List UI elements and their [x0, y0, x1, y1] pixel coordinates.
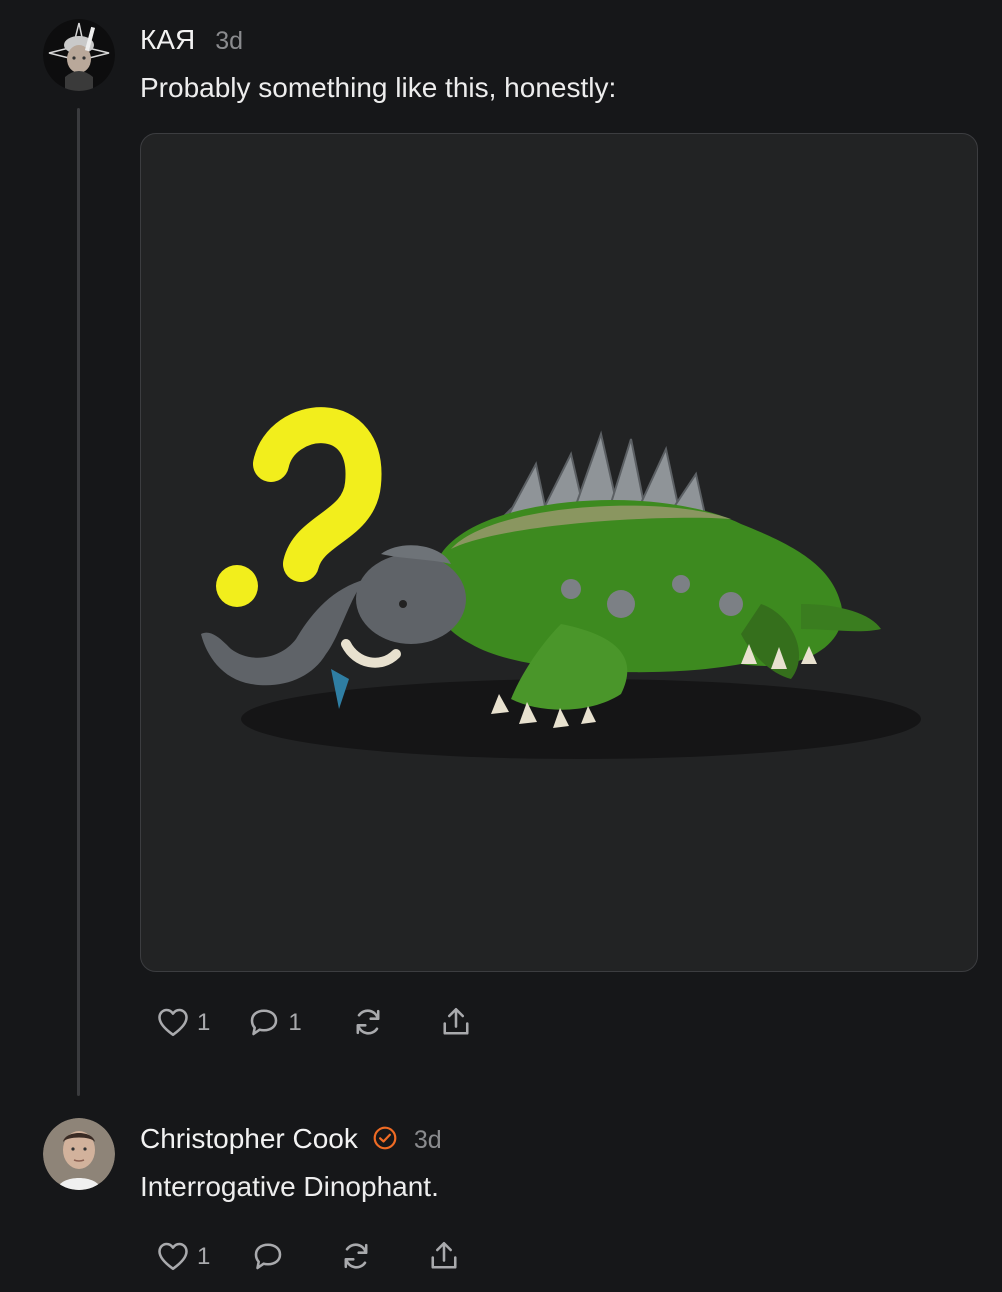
- heart-icon: [158, 1008, 188, 1037]
- share-icon: [431, 1241, 457, 1269]
- share-button[interactable]: [438, 1004, 474, 1040]
- timestamp[interactable]: 3d: [414, 1126, 442, 1155]
- share-button[interactable]: [426, 1238, 462, 1274]
- comment-image[interactable]: [140, 133, 978, 972]
- like-count: 1: [197, 1009, 211, 1036]
- like-button[interactable]: 1: [155, 1238, 210, 1274]
- comment-text: Interrogative Dinophant.: [140, 1171, 439, 1202]
- reply-count: 1: [288, 1009, 302, 1036]
- like-button[interactable]: 1: [155, 1004, 210, 1040]
- verified-check-icon: [372, 1125, 398, 1151]
- comment-actions: 1 1: [155, 1004, 474, 1040]
- author-name[interactable]: Christopher Cook: [140, 1123, 358, 1155]
- restack-icon: [344, 1243, 368, 1269]
- comment-header: Christopher Cook 3d: [140, 1122, 442, 1155]
- comment-bubble-icon: [251, 1009, 278, 1036]
- reply-button[interactable]: [250, 1238, 286, 1274]
- avatar-kaya[interactable]: [43, 19, 115, 91]
- like-count: 1: [197, 1243, 211, 1270]
- timestamp[interactable]: 3d: [215, 27, 243, 56]
- share-icon: [443, 1007, 469, 1035]
- heart-icon: [158, 1242, 188, 1271]
- comment-text: Probably something like this, honestly:: [140, 72, 617, 103]
- restack-button[interactable]: [350, 1004, 386, 1040]
- author-name[interactable]: КАЯ: [140, 24, 195, 56]
- avatar-christopher-cook[interactable]: [43, 1118, 115, 1190]
- creature-image: [201, 407, 921, 759]
- comment-header: КАЯ 3d: [140, 24, 243, 56]
- comment-bubble-icon: [255, 1243, 282, 1270]
- restack-icon: [356, 1009, 380, 1035]
- restack-button[interactable]: [338, 1238, 374, 1274]
- comment-thread: КАЯ 3d Probably something like this, hon…: [0, 0, 1002, 1292]
- thread-line: [77, 108, 80, 1096]
- reply-button[interactable]: 1: [246, 1004, 302, 1040]
- comment-actions: 1: [155, 1238, 462, 1274]
